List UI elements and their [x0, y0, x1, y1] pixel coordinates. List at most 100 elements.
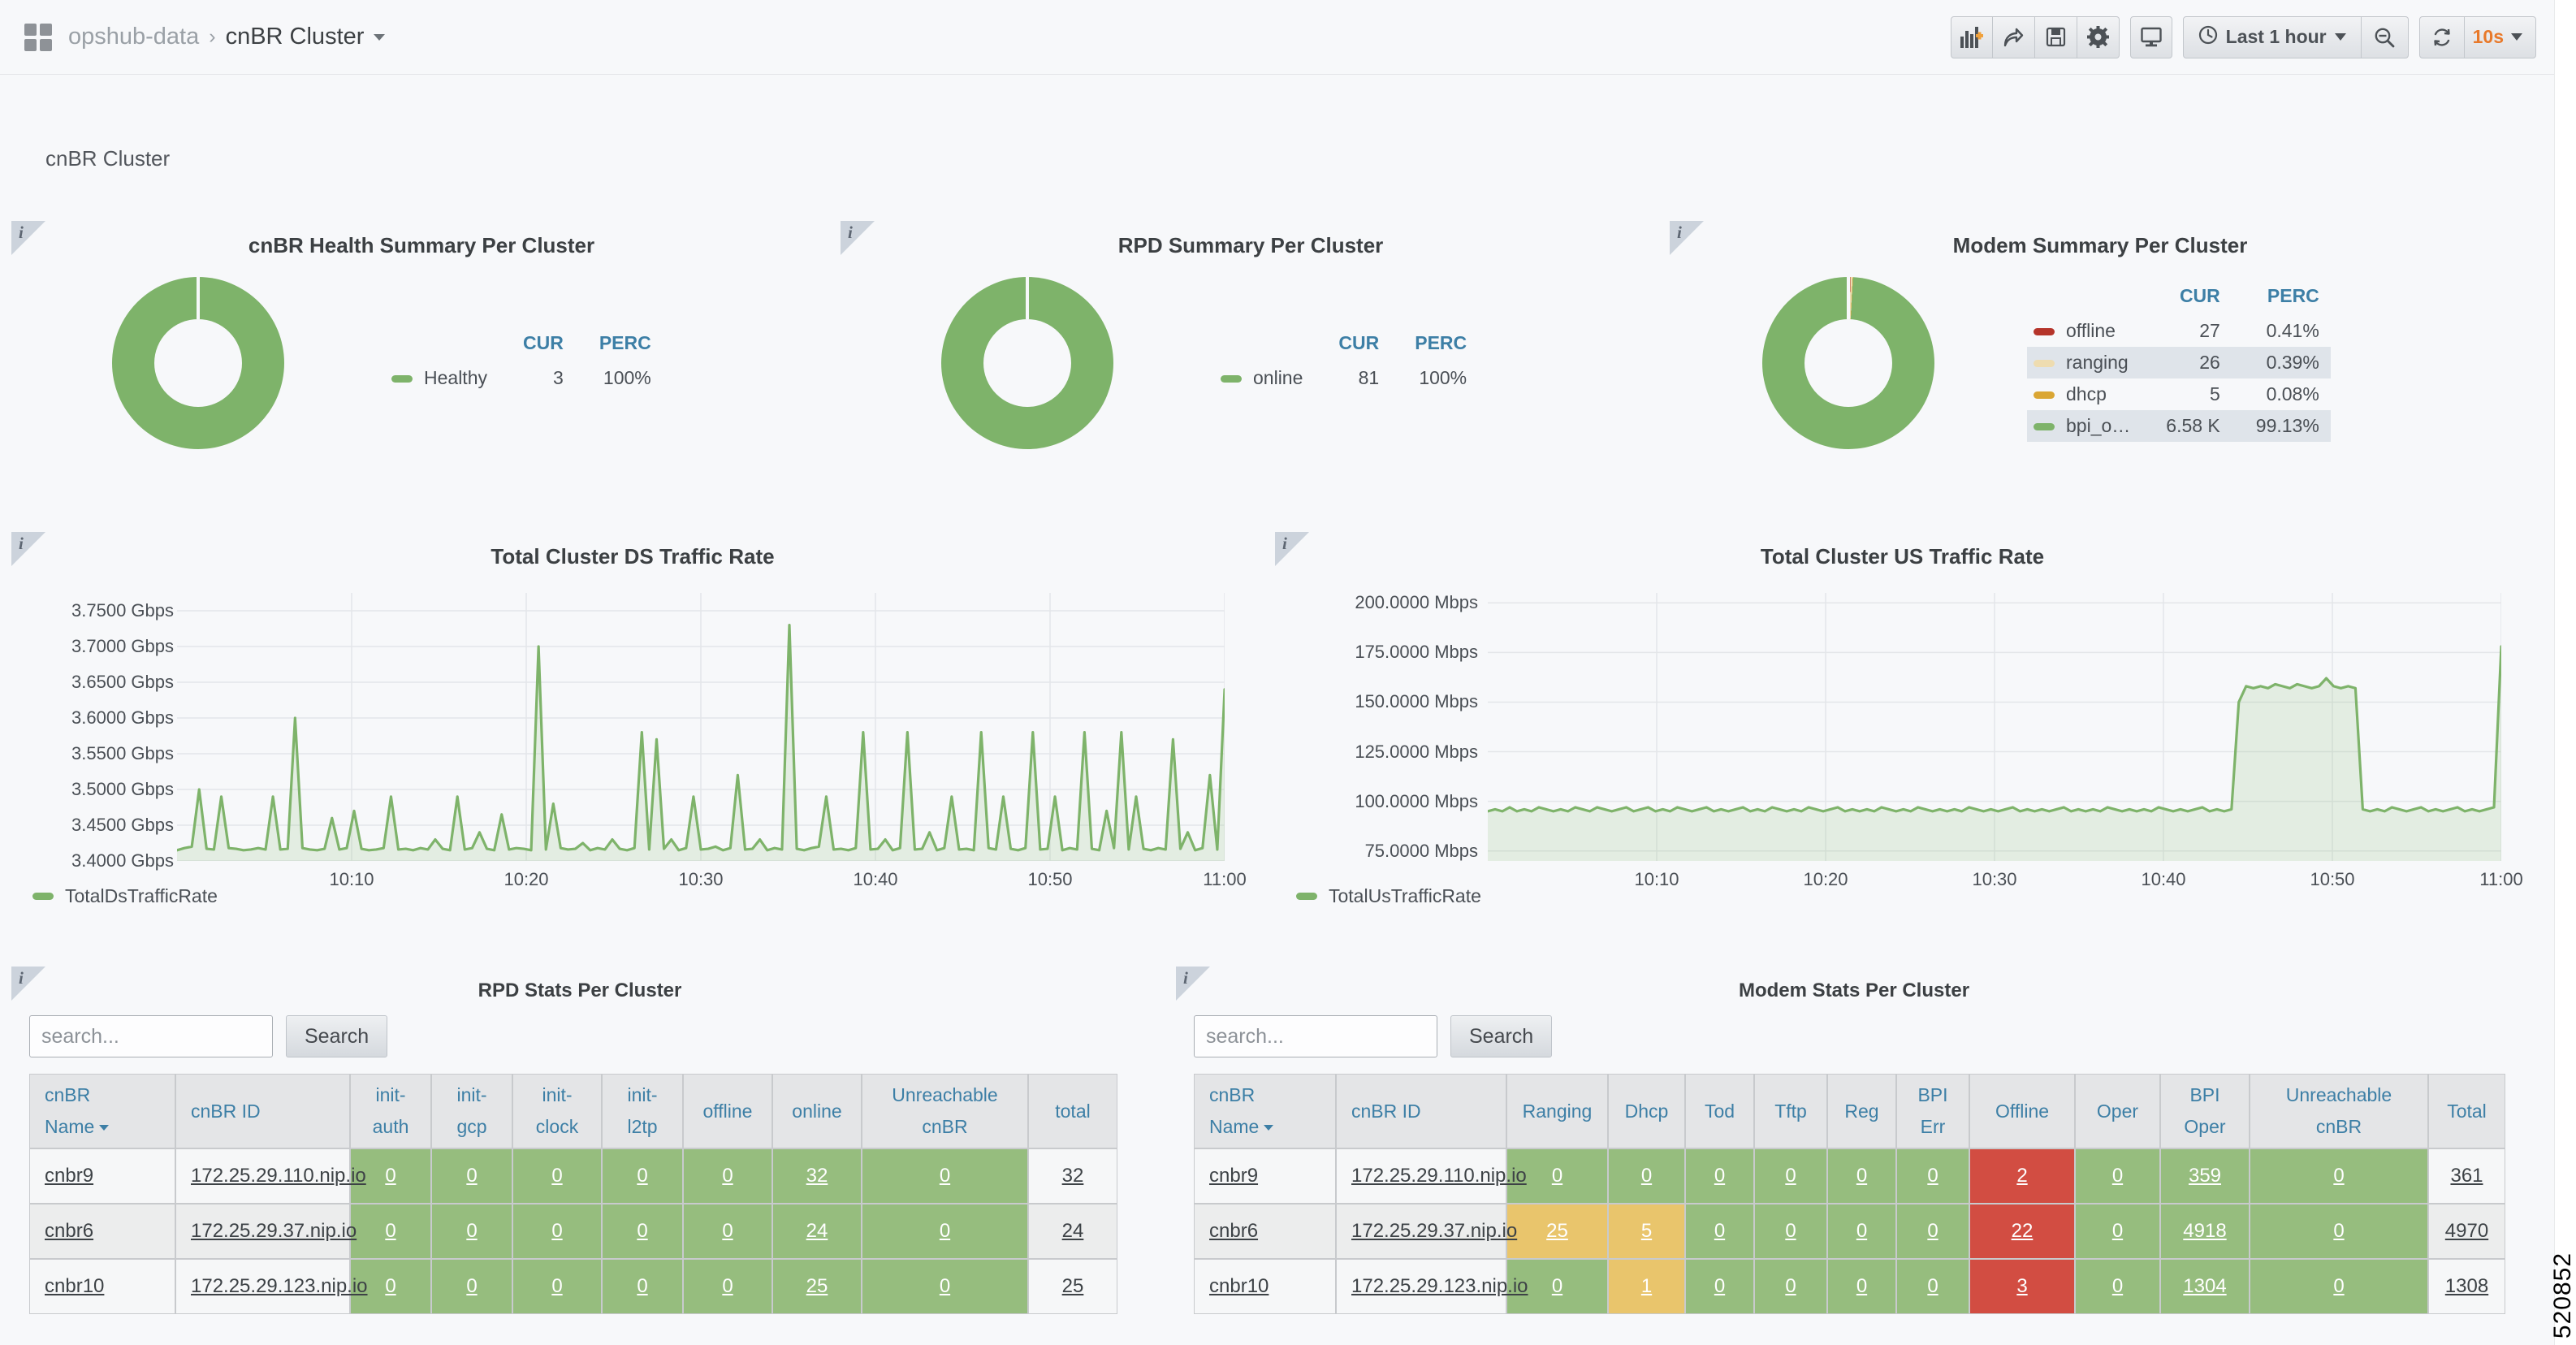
cell-cnbr-id[interactable]: 172.25.29.110.nip.io — [175, 1148, 366, 1204]
cell-link[interactable]: 0 — [637, 1165, 647, 1187]
cell-cnbr-name[interactable]: cnbr9 — [29, 1148, 175, 1204]
cell-link[interactable]: 0 — [1927, 1275, 1938, 1297]
cell-link[interactable]: 0 — [466, 1275, 477, 1297]
row-title[interactable]: cnBR Cluster — [45, 146, 170, 171]
dashboard-grid-icon[interactable] — [24, 23, 52, 51]
table-cell[interactable]: 0 — [1827, 1204, 1896, 1259]
table-cell[interactable]: 0 — [862, 1259, 1028, 1314]
panel-info-corner-icon[interactable] — [1670, 221, 1704, 255]
table-cell[interactable]: 0 — [1896, 1259, 1969, 1314]
table-cell[interactable]: 0 — [2250, 1259, 2428, 1314]
table-cell[interactable]: 0 — [512, 1204, 602, 1259]
legend-row[interactable]: ranging 26 0.39% — [2027, 346, 2331, 378]
table-cell[interactable]: 0 — [862, 1204, 1028, 1259]
cell-cnbr-name[interactable]: cnbr10 — [1194, 1259, 1336, 1314]
graph-plot-area[interactable]: 75.0000 Mbps 100.0000 Mbps 125.0000 Mbps 15… — [1275, 581, 2530, 906]
refresh-icon[interactable] — [2420, 17, 2464, 58]
cell-link[interactable]: 361 — [2450, 1165, 2483, 1187]
table-column-header[interactable]: init-clock — [512, 1074, 602, 1148]
share-icon[interactable] — [1992, 15, 2035, 58]
table-cell[interactable]: 0 — [1754, 1259, 1827, 1314]
cell-link[interactable]: 0 — [466, 1165, 477, 1187]
cell-link[interactable]: 0 — [1714, 1165, 1725, 1187]
donut-chart[interactable] — [112, 277, 284, 449]
breadcrumb-dashboard-title[interactable]: cnBR Cluster — [226, 24, 365, 50]
table-column-header[interactable]: init-auth — [350, 1074, 431, 1148]
cell-link[interactable]: 32 — [1062, 1165, 1084, 1187]
table-cell[interactable]: 0 — [2075, 1204, 2160, 1259]
cell-link[interactable]: 1308 — [2445, 1275, 2488, 1297]
cell-link[interactable]: 0 — [1785, 1220, 1796, 1242]
panel-info-corner-icon[interactable] — [1275, 532, 1309, 566]
table-column-header[interactable]: Oper — [2075, 1074, 2160, 1148]
graph-plot-area[interactable]: 3.4000 Gbps 3.4500 Gbps 3.5000 Gbps 3.5500 … — [11, 581, 1254, 906]
table-cell[interactable]: 24 — [772, 1204, 862, 1259]
cell-link[interactable]: 172.25.29.37.nip.io — [1351, 1220, 1517, 1242]
table-cell[interactable]: 0 — [602, 1259, 683, 1314]
table-cell[interactable]: 0 — [431, 1148, 512, 1204]
table-cell[interactable]: 0 — [2250, 1204, 2428, 1259]
graph-legend-us[interactable]: TotalUsTrafficRate — [1296, 885, 1481, 907]
table-row[interactable]: cnbr9 172.25.29.110.nip.io 0 0 0 0 0 0 2 0 359 0 361 — [1194, 1148, 2505, 1204]
legend-row[interactable]: dhcp 5 0.08% — [2027, 378, 2331, 410]
cell-link[interactable]: 0 — [1714, 1220, 1725, 1242]
cell-link[interactable]: cnbr10 — [1209, 1275, 1269, 1297]
table-column-header[interactable]: cnBR ID — [1336, 1074, 1506, 1148]
cell-link[interactable]: 4918 — [2183, 1220, 2226, 1242]
table-cell[interactable]: 0 — [1754, 1204, 1827, 1259]
sort-caret-icon[interactable] — [1264, 1125, 1274, 1131]
panel-info-corner-icon[interactable] — [841, 221, 875, 255]
table-cell[interactable]: 0 — [1896, 1204, 1969, 1259]
legend-row[interactable]: Healthy 3 100% — [385, 362, 663, 394]
table-row[interactable]: cnbr9 172.25.29.110.nip.io 0 0 0 0 0 32 0 32 — [29, 1148, 1117, 1204]
panel-info-corner-icon[interactable] — [11, 967, 45, 1001]
cell-link[interactable]: 172.25.29.123.nip.io — [1351, 1275, 1528, 1297]
table-column-header[interactable]: cnBR Name — [1194, 1074, 1336, 1148]
cell-link[interactable]: 0 — [1552, 1275, 1562, 1297]
table-column-header[interactable]: Unreachable cnBR — [862, 1074, 1028, 1148]
panel-info-corner-icon[interactable] — [11, 532, 45, 566]
table-row[interactable]: cnbr10 172.25.29.123.nip.io 0 1 0 0 0 0 3 0 1304 0 1… — [1194, 1259, 2505, 1314]
cell-link[interactable]: 0 — [385, 1220, 395, 1242]
table-column-header[interactable]: BPI Oper — [2160, 1074, 2250, 1148]
table-cell[interactable]: 0 — [1685, 1259, 1754, 1314]
donut-chart[interactable] — [941, 277, 1113, 449]
table-cell[interactable]: 1308 — [2428, 1259, 2505, 1314]
table-column-header[interactable]: Offline — [1969, 1074, 2075, 1148]
cell-cnbr-name[interactable]: cnbr10 — [29, 1259, 175, 1314]
cell-link[interactable]: 0 — [2333, 1165, 2344, 1187]
settings-gear-icon[interactable] — [2077, 15, 2120, 58]
table-row[interactable]: cnbr6 172.25.29.37.nip.io 0 0 0 0 0 24 0 24 — [29, 1204, 1117, 1259]
cell-link[interactable]: 0 — [1856, 1165, 1867, 1187]
zoom-out-button[interactable] — [2361, 15, 2409, 58]
table-cell[interactable]: 0 — [350, 1204, 431, 1259]
cell-link[interactable]: 24 — [806, 1220, 828, 1242]
table-cell[interactable]: 0 — [683, 1204, 772, 1259]
cell-cnbr-id[interactable]: 172.25.29.123.nip.io — [175, 1259, 368, 1314]
table-cell[interactable]: 25 — [772, 1259, 862, 1314]
table-column-header[interactable]: Dhcp — [1608, 1074, 1685, 1148]
table-cell[interactable]: 0 — [1685, 1148, 1754, 1204]
table-column-header[interactable]: Tod — [1685, 1074, 1754, 1148]
table-cell[interactable]: 32 — [1028, 1148, 1117, 1204]
cell-link[interactable]: 0 — [1641, 1165, 1652, 1187]
cell-link[interactable]: 0 — [637, 1220, 647, 1242]
table-column-header[interactable]: Tftp — [1754, 1074, 1827, 1148]
cell-link[interactable]: 0 — [1927, 1165, 1938, 1187]
table-cell[interactable]: 0 — [602, 1204, 683, 1259]
search-input[interactable] — [1194, 1015, 1437, 1057]
cell-link[interactable]: 24 — [1062, 1220, 1084, 1242]
chevron-down-icon[interactable] — [374, 33, 386, 41]
table-cell[interactable]: 0 — [1754, 1148, 1827, 1204]
cell-link[interactable]: 1 — [1641, 1275, 1652, 1297]
cell-link[interactable]: 0 — [722, 1165, 733, 1187]
table-cell[interactable]: 25 — [1028, 1259, 1117, 1314]
cell-cnbr-id[interactable]: 172.25.29.37.nip.io — [175, 1204, 357, 1259]
cell-link[interactable]: 0 — [1856, 1220, 1867, 1242]
search-button[interactable]: Search — [286, 1015, 388, 1057]
table-cell[interactable]: 0 — [2250, 1148, 2428, 1204]
cell-link[interactable]: 0 — [1785, 1165, 1796, 1187]
breadcrumb-folder[interactable]: opshub-data — [68, 24, 199, 50]
cell-link[interactable]: 0 — [551, 1275, 562, 1297]
table-cell[interactable]: 0 — [1827, 1259, 1896, 1314]
